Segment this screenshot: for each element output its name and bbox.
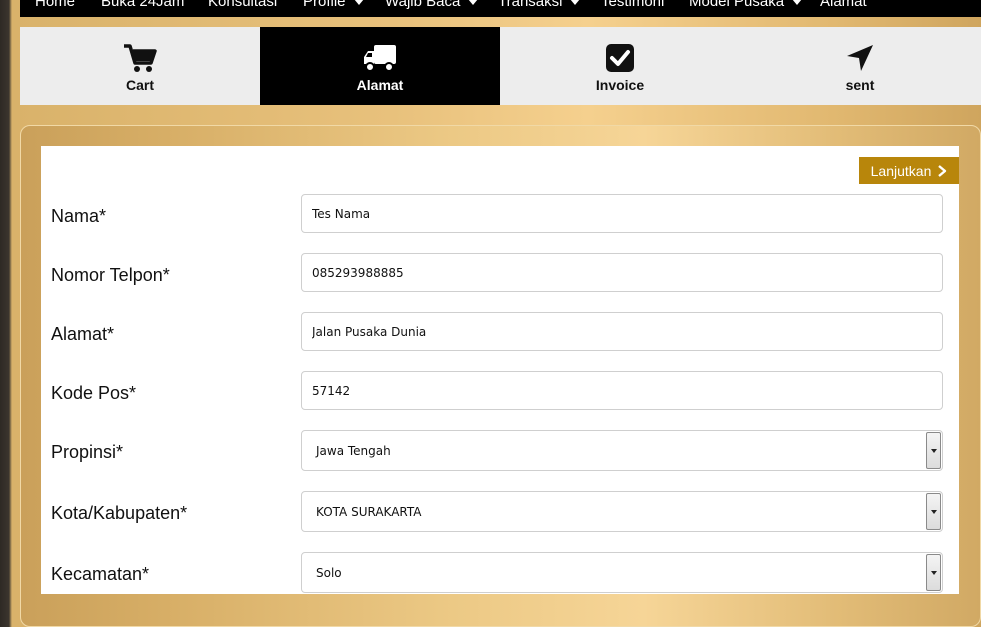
chevron-down-icon bbox=[792, 0, 803, 6]
nomor-telpon-input[interactable] bbox=[301, 253, 943, 292]
nav-alamat[interactable]: Alamat bbox=[820, 0, 867, 10]
step-cart[interactable]: Cart bbox=[20, 27, 260, 105]
label-kecamatan: Kecamatan* bbox=[51, 564, 150, 584]
nav-buka-24jam[interactable]: Buka 24Jam bbox=[101, 0, 184, 10]
nav-home[interactable]: Home bbox=[35, 0, 75, 10]
step-label: Cart bbox=[125, 77, 154, 93]
dropdown-arrow-icon[interactable] bbox=[926, 493, 941, 530]
propinsi-select[interactable]: Jawa Tengah bbox=[301, 430, 943, 471]
top-navigation: Home Buka 24Jam Konsultasi Profile Wajib… bbox=[20, 0, 981, 17]
checkout-steps: Cart Alamat Invoice sent bbox=[20, 27, 981, 105]
kota-kabupaten-select[interactable]: KOTA SURAKARTA bbox=[301, 491, 943, 532]
nav-profile[interactable]: Profile bbox=[303, 0, 364, 10]
step-invoice[interactable]: Invoice bbox=[500, 27, 740, 105]
step-label: Invoice bbox=[595, 77, 645, 93]
nav-transaksi[interactable]: Transaksi bbox=[498, 0, 581, 10]
select-value: Jawa Tengah bbox=[316, 444, 391, 458]
alamat-input[interactable] bbox=[301, 312, 943, 351]
chevron-down-icon bbox=[570, 0, 581, 6]
step-label: Alamat bbox=[356, 77, 404, 93]
step-label: sent bbox=[845, 77, 875, 93]
nama-input[interactable] bbox=[301, 194, 943, 233]
truck-icon bbox=[362, 43, 398, 73]
kecamatan-select[interactable]: Solo bbox=[301, 552, 943, 593]
nav-model-pusaka[interactable]: Model Pusaka bbox=[689, 0, 803, 10]
next-button-label: Lanjutkan bbox=[870, 162, 932, 179]
nav-wajib-baca[interactable]: Wajib Baca bbox=[385, 0, 479, 10]
kode-pos-input[interactable] bbox=[301, 371, 943, 410]
nav-konsultasi[interactable]: Konsultasi bbox=[208, 0, 277, 10]
check-square-icon bbox=[605, 43, 635, 73]
label-alamat: Alamat* bbox=[51, 324, 115, 344]
step-sent[interactable]: sent bbox=[740, 27, 980, 105]
select-value: KOTA SURAKARTA bbox=[316, 505, 422, 519]
cart-icon bbox=[123, 43, 157, 73]
step-alamat[interactable]: Alamat bbox=[260, 27, 500, 105]
lanjutkan-button[interactable]: Lanjutkan bbox=[859, 157, 959, 184]
label-kota-kabupaten: Kota/Kabupaten* bbox=[51, 503, 188, 523]
location-arrow-icon bbox=[845, 43, 875, 73]
chevron-down-icon bbox=[468, 0, 479, 6]
select-value: Solo bbox=[316, 566, 342, 580]
dropdown-arrow-icon[interactable] bbox=[926, 432, 941, 469]
label-propinsi: Propinsi* bbox=[51, 442, 124, 462]
chevron-down-icon bbox=[353, 0, 364, 6]
chevron-right-icon bbox=[938, 164, 947, 177]
dropdown-arrow-icon[interactable] bbox=[926, 554, 941, 591]
label-kode-pos: Kode Pos* bbox=[51, 383, 137, 403]
nav-testimoni[interactable]: Testimoni bbox=[601, 0, 664, 10]
label-nomor-telpon: Nomor Telpon* bbox=[51, 265, 170, 285]
label-nama: Nama* bbox=[51, 206, 107, 226]
